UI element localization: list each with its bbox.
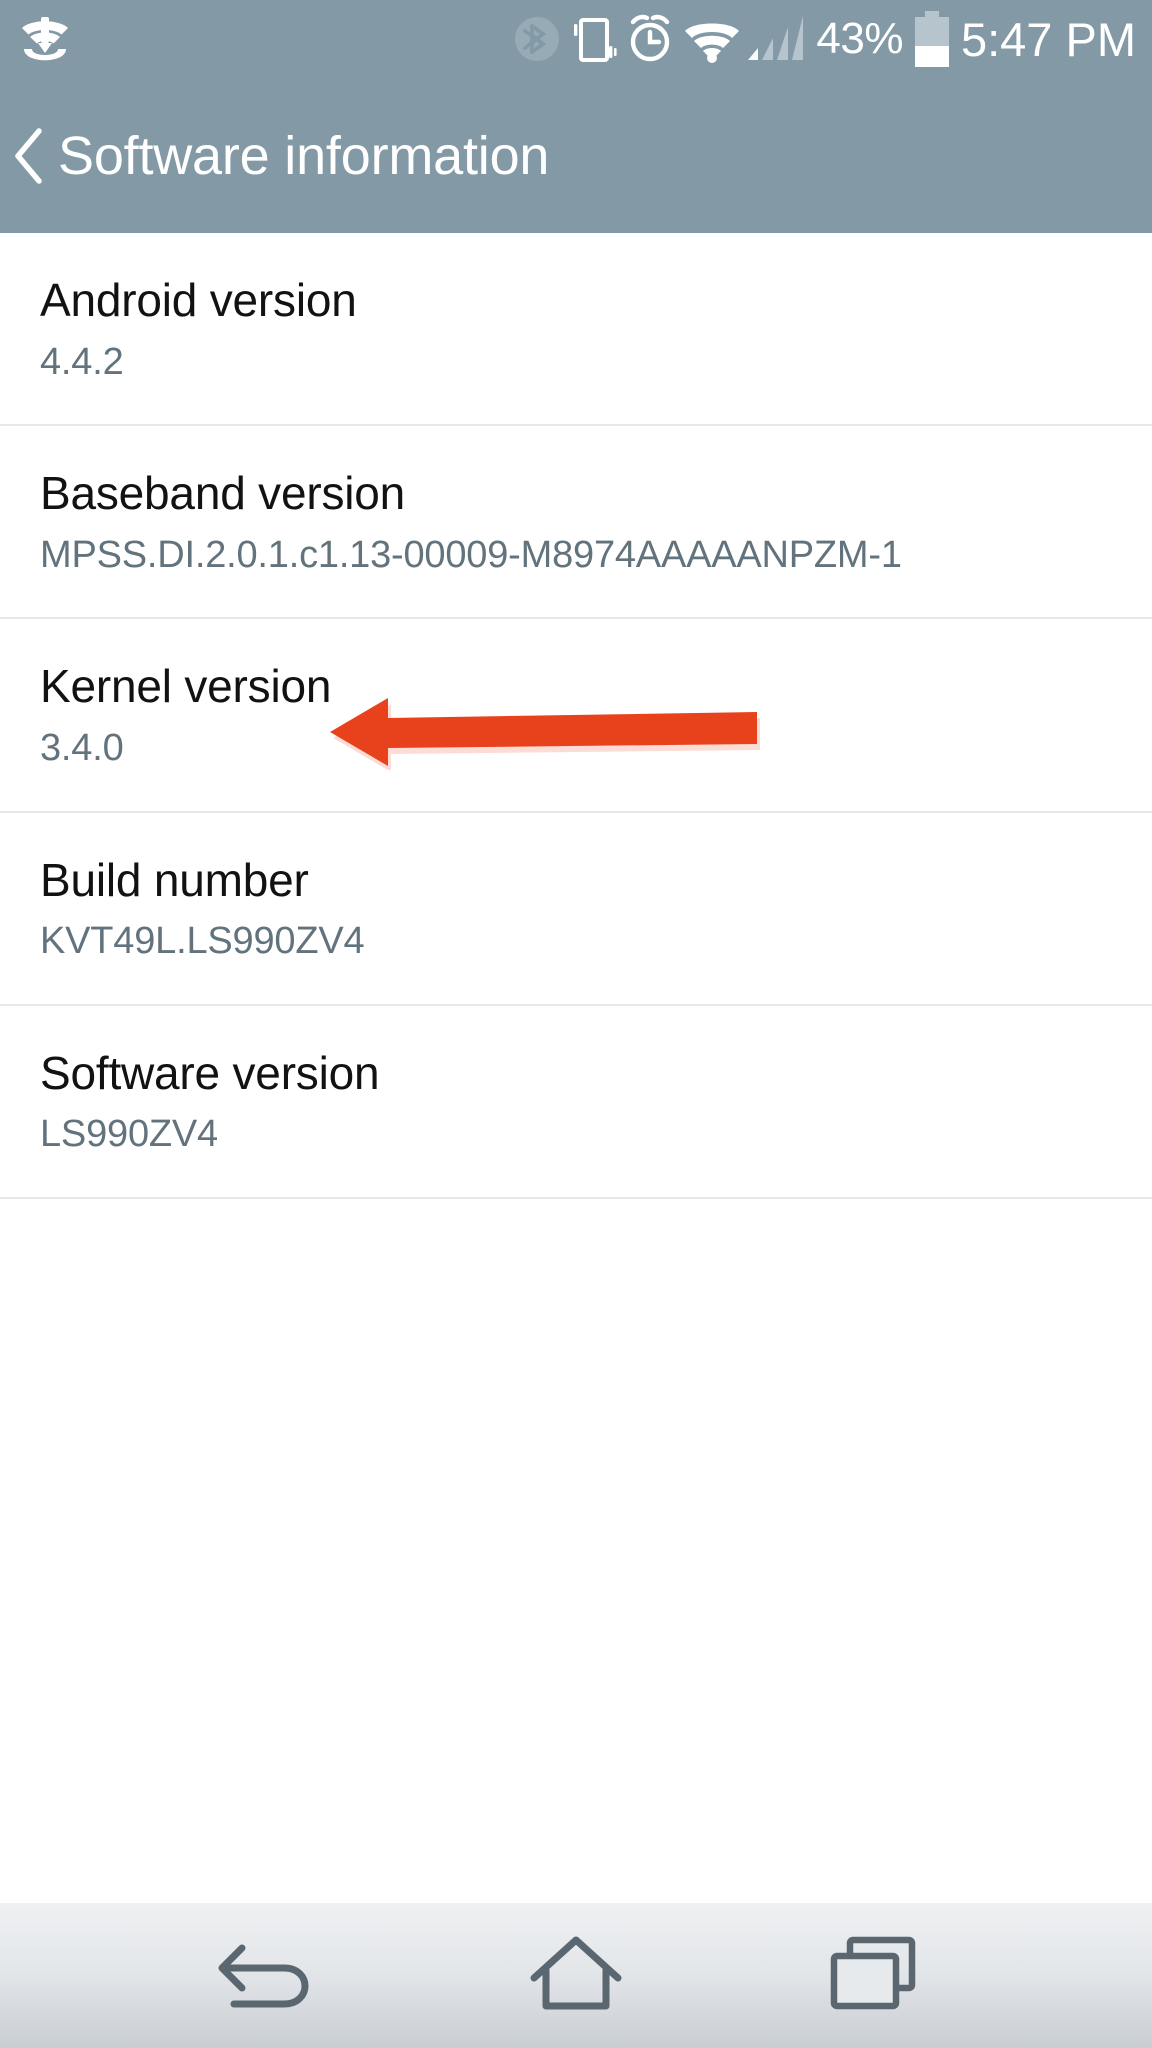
wifi-signal-icon	[680, 10, 744, 68]
list-item[interactable]: Software version LS990ZV4	[0, 1005, 1152, 1200]
status-bar: 43% 5:47 PM	[0, 0, 1152, 78]
battery-fill	[914, 45, 949, 67]
list-item-label: Baseband version	[40, 467, 406, 520]
list-item[interactable]: Android version 4.4.2	[0, 233, 1152, 427]
list-item-value: 3.4.0	[40, 726, 124, 769]
battery-icon	[914, 11, 949, 67]
list-item[interactable]: Kernel version 3.4.0	[0, 619, 1152, 813]
android-settings-screen: 43% 5:47 PM Software information Android…	[0, 0, 1152, 2048]
nav-back-button[interactable]	[197, 1921, 347, 2031]
system-navigation-bar	[0, 1903, 1152, 2048]
nav-home-button[interactable]	[501, 1921, 651, 2031]
cellular-signal-icon	[744, 10, 810, 68]
status-icons-group: 43% 5:47 PM	[508, 0, 1136, 78]
battery-percent-label: 43%	[816, 14, 903, 63]
list-item-label: Kernel version	[40, 660, 332, 713]
list-item-value: LS990ZV4	[40, 1113, 218, 1156]
page-title: Software information	[58, 125, 550, 186]
clock-label: 5:47 PM	[960, 12, 1136, 66]
list-item-label: Build number	[40, 853, 309, 906]
alarm-clock-icon	[620, 10, 680, 68]
battery-body	[914, 17, 949, 67]
software-info-list: Android version 4.4.2 Baseband version M…	[0, 233, 1152, 1200]
list-item-label: Software version	[40, 1046, 380, 1099]
back-chevron-icon[interactable]	[6, 121, 52, 191]
list-empty-area	[0, 1263, 1152, 1903]
list-item-label: Android version	[40, 274, 357, 326]
wifi-calling-icon	[8, 4, 82, 74]
list-item-build-number[interactable]: Build number KVT49L.LS990ZV4	[0, 812, 1152, 1006]
vibrate-mode-icon	[566, 10, 620, 68]
list-item-value: 4.4.2	[40, 340, 124, 383]
action-bar: Software information	[0, 78, 1152, 233]
bluetooth-icon	[508, 10, 566, 68]
list-item-value: MPSS.DI.2.0.1.c1.13-00009-M8974AAAAANPZM…	[40, 533, 902, 576]
nav-recents-button[interactable]	[805, 1921, 955, 2031]
list-item[interactable]: Baseband version MPSS.DI.2.0.1.c1.13-000…	[0, 426, 1152, 620]
list-item-value: KVT49L.LS990ZV4	[40, 920, 365, 963]
